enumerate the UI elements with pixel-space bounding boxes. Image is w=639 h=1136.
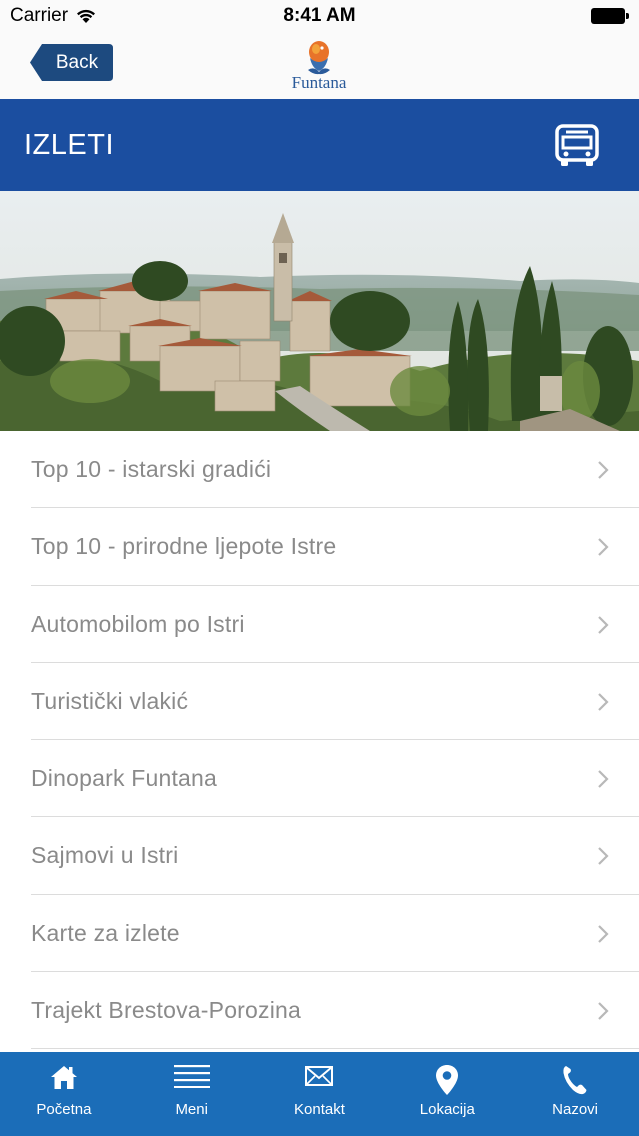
chevron-right-icon [598,461,609,479]
chevron-right-icon [598,538,609,557]
istrian-hill-town-photo [0,191,639,431]
chevron-right-icon [598,693,609,711]
menu-icon [173,1065,210,1088]
list-item[interactable]: Sajmovi u Istri [0,817,639,896]
chevron-right-icon [598,925,609,943]
list-item-label: Sajmovi u Istri [31,842,179,869]
list-item-label: Trajekt Brestova-Porozina [31,997,302,1024]
battery-icon [591,8,629,24]
tab-location[interactable]: Lokacija [383,1052,511,1136]
list-item[interactable]: Automobilom po Istri [0,586,639,664]
list-item[interactable]: Trajekt Brestova-Porozina [0,972,639,1050]
status-time: 8:41 AM [283,5,356,26]
page-title: IZLETI [24,129,115,161]
list-item-label: Top 10 - istarski gradići [31,456,272,482]
tab-label: Kontakt [294,1101,345,1118]
back-label: Back [55,52,99,73]
list-item-label: Dinopark Funtana [31,765,218,792]
mail-icon [305,1066,334,1086]
status-bar: Carrier 8:41 AM [0,0,639,32]
back-button[interactable]: Back [30,44,113,81]
tab-label: Lokacija [419,1101,475,1118]
funtana-logo: Funtana [280,38,358,96]
chevron-right-icon [598,847,609,866]
list-item-label: Top 10 - prirodne ljepote Istre [31,533,337,560]
bus-icon [555,124,599,166]
tab-home[interactable]: Početna [0,1052,128,1136]
chevron-right-icon [598,1002,609,1020]
list-item-label: Turistički vlakić [31,687,189,714]
list-item[interactable]: Top 10 - istarski gradići [0,431,639,509]
section-header: IZLETI [0,99,639,191]
tab-menu[interactable]: Meni [128,1052,256,1136]
location-pin-icon [436,1065,459,1095]
excursions-list: Top 10 - istarski gradići Top 10 - priro… [0,431,639,1050]
list-item-label: Automobilom po Istri [31,610,245,637]
tab-label: Nazovi [552,1101,599,1118]
hero-image [0,191,639,431]
logo-text: Funtana [291,73,347,92]
tab-label: Meni [175,1101,208,1118]
phone-icon [563,1066,587,1095]
logo-mark [308,41,330,75]
list-item[interactable]: Dinopark Funtana [0,740,639,818]
list-item[interactable]: Karte za izlete [0,895,639,973]
navigation-bar: Back Funtana [0,32,639,99]
list-item[interactable]: Turistički vlakić [0,663,639,741]
home-icon [50,1066,77,1089]
chevron-right-icon [598,770,609,788]
list-item-label: Karte za izlete [31,919,180,946]
tab-label: Početna [36,1101,92,1118]
list-item[interactable]: Top 10 - prirodne ljepote Istre [0,508,639,586]
tab-contact[interactable]: Kontakt [256,1052,384,1136]
tab-call[interactable]: Nazovi [511,1052,639,1136]
tab-bar: Početna Meni Kontakt Lokacija Nazovi [0,1052,639,1136]
chevron-right-icon [598,615,609,634]
